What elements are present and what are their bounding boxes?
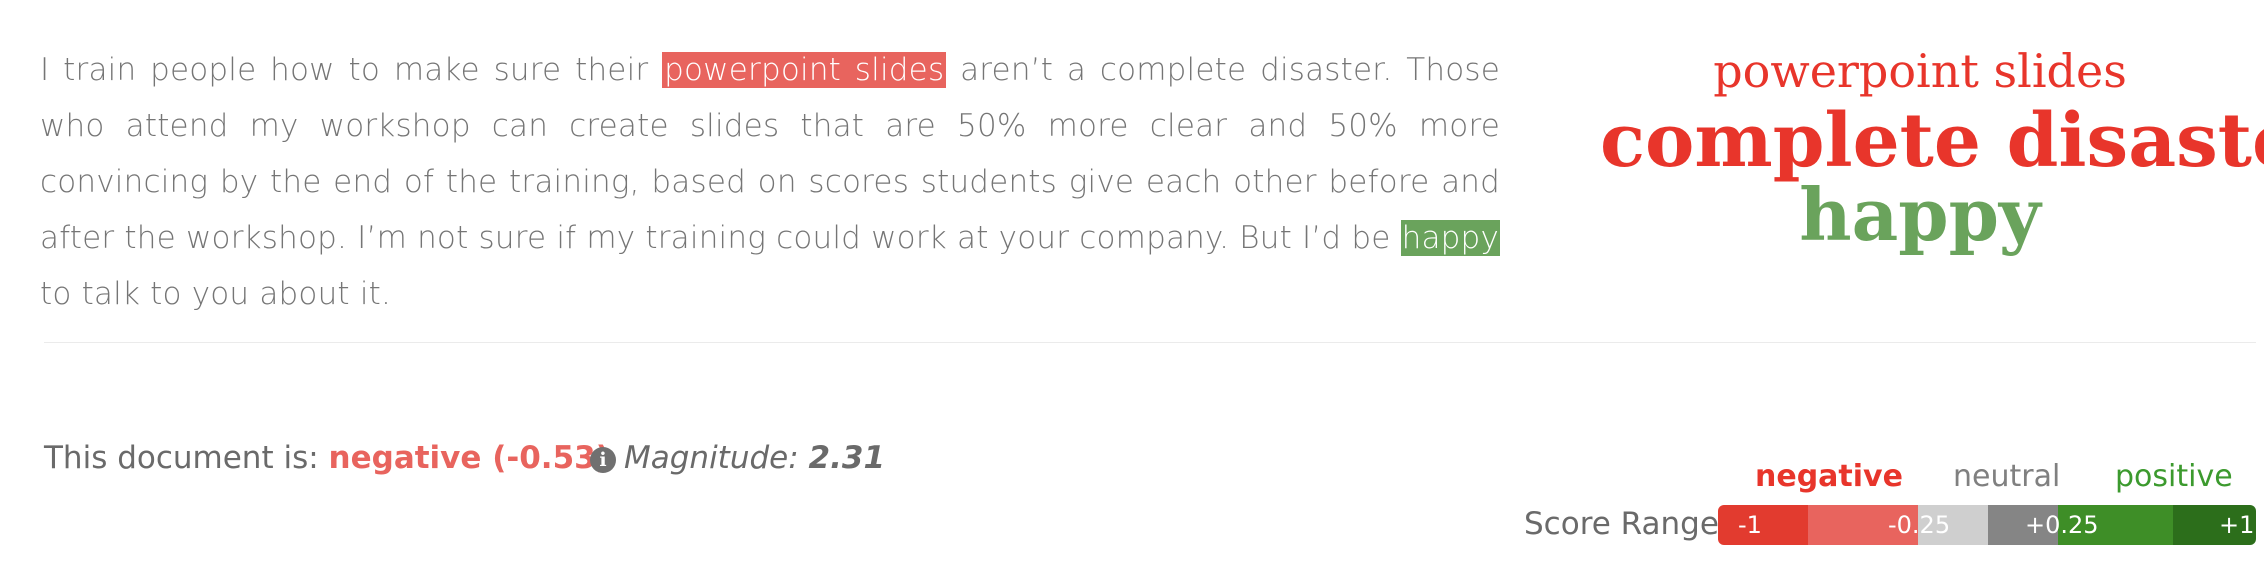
legend-negative: negative (1755, 459, 1903, 494)
text-segment: I train people how to make sure their (40, 52, 663, 88)
cloud-word-complete-disaster: complete disaster (1600, 98, 2264, 184)
magnitude-value: 2.31 (808, 440, 886, 476)
score-tick-minus-one: -1 (1738, 511, 1762, 539)
score-range-legend: negative neutral positive (1715, 455, 2260, 499)
text-segment: to talk to you about it. (40, 276, 392, 312)
section-divider (44, 342, 2256, 343)
cloud-word-powerpoint-slides: powerpoint slides (1713, 44, 2127, 98)
word-cloud: powerpoint slides complete disaster happ… (1600, 40, 2264, 257)
cloud-word-happy: happy (1799, 172, 2041, 257)
magnitude-label: Magnitude: (624, 440, 809, 476)
score-segment-strong-negative (1718, 505, 1808, 545)
document-sentiment: This document is: negative (-0.53) (44, 436, 610, 480)
score-tick-plus-quarter: +0.25 (2025, 511, 2099, 539)
sentiment-score-label: negative (-0.53) (328, 440, 610, 476)
legend-positive: positive (2115, 459, 2233, 494)
info-icon[interactable]: i (590, 447, 616, 473)
positive-entity-highlight[interactable]: happy (1400, 220, 1500, 256)
magnitude: i Magnitude: 2.31 (590, 436, 885, 480)
legend-neutral: neutral (1953, 459, 2061, 494)
score-tick-plus-one: +1 (2219, 511, 2255, 539)
negative-entity-highlight[interactable]: powerpoint slides (662, 52, 947, 88)
score-range-bar (1718, 505, 2256, 545)
document-sentiment-prefix: This document is: (44, 440, 329, 476)
score-tick-minus-quarter: -0.25 (1888, 511, 1951, 539)
analyzed-text: I train people how to make sure their po… (40, 42, 1500, 322)
score-range-label: Score Range (1524, 506, 1719, 542)
